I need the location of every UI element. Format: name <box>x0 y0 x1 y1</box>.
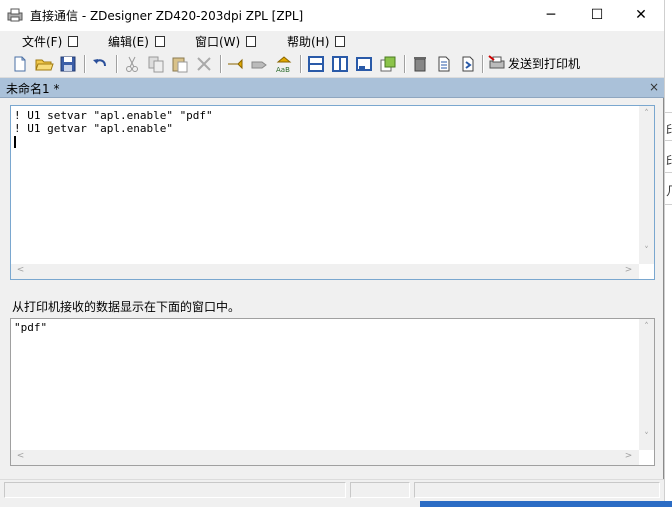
document-close-button[interactable]: × <box>648 81 660 93</box>
menu-bar: 文件(F) 编辑(E) 窗口(W) 帮助(H) <box>0 31 664 51</box>
background-divider <box>665 112 672 113</box>
paste-icon[interactable] <box>170 54 190 74</box>
background-text: 印 <box>666 152 672 169</box>
direct-communication-window: 直接通信 - ZDesigner ZD420-203dpi ZPL [ZPL] … <box>0 0 664 501</box>
status-pane <box>4 482 346 498</box>
menu-edit-box-icon <box>154 36 165 47</box>
menu-help-box-icon <box>335 36 346 47</box>
command-line: ! U1 setvar "apl.enable" "pdf" <box>14 109 213 122</box>
window-icon[interactable] <box>354 54 374 74</box>
scroll-up-icon[interactable]: ˄ <box>639 109 654 119</box>
vertical-split-icon[interactable] <box>330 54 350 74</box>
cut-icon[interactable] <box>122 54 142 74</box>
toolbar-separator <box>84 55 86 73</box>
menu-file-label: 文件(F) <box>22 35 63 49</box>
received-vertical-scrollbar[interactable]: ˄ ˅ <box>639 319 654 450</box>
menu-file-box-icon <box>68 36 79 47</box>
copy-icon[interactable] <box>146 54 166 74</box>
status-pane <box>350 482 410 498</box>
send-to-printer-button[interactable]: 发送到打印机 <box>488 54 580 74</box>
menu-file[interactable]: 文件(F) <box>22 33 79 50</box>
command-editor[interactable]: ! U1 setvar "apl.enable" "pdf" ! U1 getv… <box>10 105 655 280</box>
menu-edit[interactable]: 编辑(E) <box>108 33 165 50</box>
minimize-button[interactable]: ─ <box>528 0 574 31</box>
received-line: "pdf" <box>14 321 48 334</box>
scroll-down-icon[interactable]: ˅ <box>639 432 654 442</box>
page-arrow-icon[interactable] <box>458 54 478 74</box>
save-icon[interactable] <box>58 54 78 74</box>
page-icon[interactable] <box>434 54 454 74</box>
background-divider <box>665 172 672 173</box>
received-data-editor[interactable]: "pdf" ˄ ˅ < > <box>10 318 655 466</box>
command-line: ! U1 getvar "apl.enable" <box>14 122 173 135</box>
title-bar[interactable]: 直接通信 - ZDesigner ZD420-203dpi ZPL [ZPL] … <box>0 0 664 31</box>
tile-icon[interactable] <box>378 54 398 74</box>
document-title: 未命名1 * <box>6 82 60 96</box>
scroll-right-icon[interactable]: > <box>621 451 636 461</box>
horizontal-split-icon[interactable] <box>306 54 326 74</box>
svg-text:AaB: AaB <box>276 66 290 74</box>
toolbar-separator <box>300 55 302 73</box>
toolbar-separator <box>220 55 222 73</box>
close-button[interactable]: ✕ <box>618 0 664 31</box>
maximize-button[interactable]: ☐ <box>574 0 620 31</box>
delete-icon[interactable] <box>194 54 214 74</box>
toolbar-separator <box>404 55 406 73</box>
window-title: 直接通信 - ZDesigner ZD420-203dpi ZPL [ZPL] <box>30 9 304 23</box>
menu-window-box-icon <box>246 36 257 47</box>
undo-icon[interactable] <box>90 54 110 74</box>
menu-window-label: 窗口(W) <box>195 35 241 49</box>
received-horizontal-scrollbar[interactable]: < > <box>11 450 639 465</box>
toolbar-separator <box>116 55 118 73</box>
scroll-left-icon[interactable]: < <box>13 451 28 461</box>
scroll-right-icon[interactable]: > <box>621 265 636 275</box>
clear-icon[interactable] <box>410 54 430 74</box>
menu-help-label: 帮助(H) <box>287 35 330 49</box>
background-divider <box>665 204 672 205</box>
send-forward-icon[interactable] <box>250 54 270 74</box>
text-caret <box>14 136 16 148</box>
background-divider <box>665 140 672 141</box>
background-window-strip: 印 印 几 <box>664 0 672 507</box>
open-folder-icon[interactable] <box>34 54 54 74</box>
menu-window[interactable]: 窗口(W) <box>195 33 257 50</box>
menu-help[interactable]: 帮助(H) <box>287 33 346 50</box>
received-data-label: 从打印机接收的数据显示在下面的窗口中。 <box>12 300 241 314</box>
background-text: 几 <box>666 182 672 199</box>
scroll-left-icon[interactable]: < <box>13 265 28 275</box>
background-taskbar-accent <box>420 501 672 507</box>
send-back-icon[interactable] <box>226 54 246 74</box>
toolbar: AaB 发送到打印机 <box>0 51 664 78</box>
scroll-down-icon[interactable]: ˅ <box>639 246 654 256</box>
document-caption-bar[interactable]: 未命名1 * × <box>0 78 664 98</box>
printer-send-icon <box>488 54 506 72</box>
toolbar-separator <box>482 55 484 73</box>
printer-app-icon <box>7 8 23 22</box>
status-bar <box>0 479 664 501</box>
command-vertical-scrollbar[interactable]: ˄ ˅ <box>639 106 654 264</box>
new-document-icon[interactable] <box>10 54 30 74</box>
background-text: 印 <box>666 121 672 138</box>
command-horizontal-scrollbar[interactable]: < > <box>11 264 639 279</box>
status-pane <box>414 482 660 498</box>
scroll-up-icon[interactable]: ˄ <box>639 322 654 332</box>
abc-font-icon[interactable]: AaB <box>274 54 294 74</box>
send-to-printer-label: 发送到打印机 <box>508 57 581 71</box>
menu-edit-label: 编辑(E) <box>108 35 149 49</box>
